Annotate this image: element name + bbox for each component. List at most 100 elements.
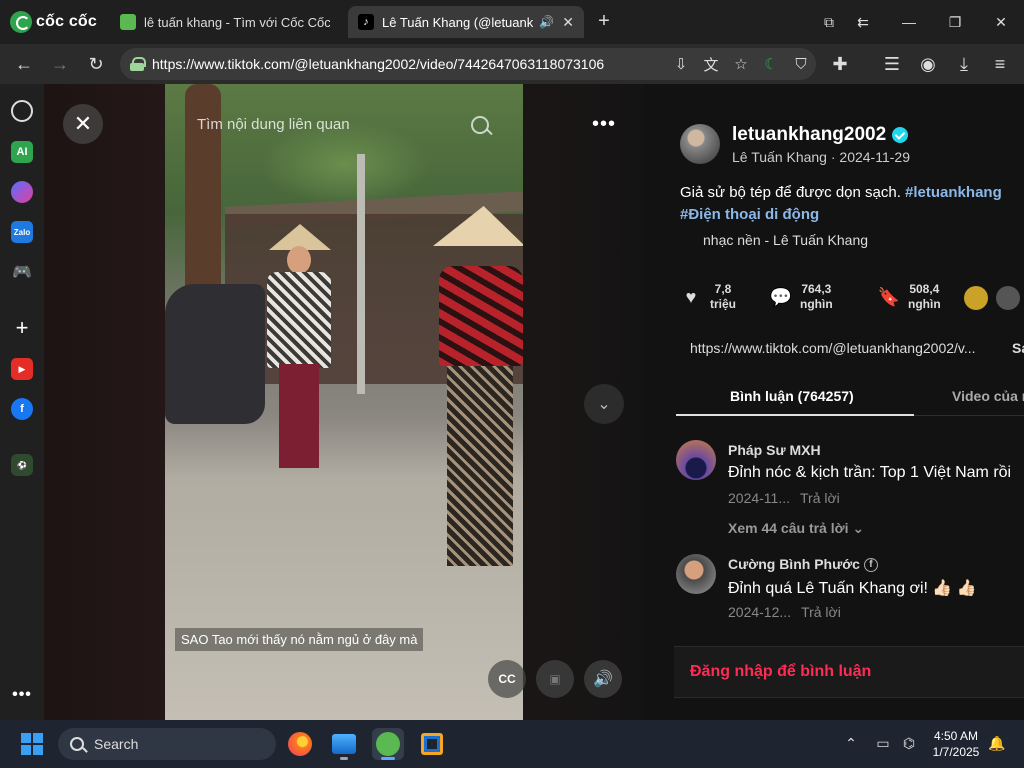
taskbar-clock[interactable]: 4:50 AM 1/7/2025	[928, 728, 984, 760]
volume-icon[interactable]: 🔊	[584, 660, 622, 698]
bookmark-star-icon[interactable]: ☆	[726, 50, 756, 78]
next-video-chevron-icon[interactable]: ⌄	[584, 384, 624, 424]
profile-icon[interactable]: ◉	[916, 52, 940, 76]
minimize-button[interactable]: —	[894, 8, 924, 36]
copy-link-button[interactable]: Sa	[1012, 340, 1024, 356]
dark-mode-icon[interactable]: ☾	[756, 50, 786, 78]
commenter-avatar[interactable]	[676, 554, 716, 594]
author-avatar[interactable]	[680, 124, 720, 164]
comment-icon[interactable]: 💬	[770, 286, 792, 308]
facebook-badge-icon: f	[863, 558, 878, 573]
facebook-icon[interactable]: f	[11, 398, 33, 420]
comment-meta: 2024-12... Trả lời	[728, 604, 841, 620]
tab-title: Lê Tuấn Khang (@letuank	[382, 14, 534, 30]
downloads-icon[interactable]: ⤓	[952, 52, 976, 76]
comment-stat[interactable]: 💬 764,3 nghìn	[770, 282, 833, 312]
browser-toolbar: ← → ↻ https://www.tiktok.com/@letuankhan…	[0, 44, 1024, 84]
author-username[interactable]: letuankhang2002	[732, 124, 909, 146]
menu-icon[interactable]: ≡	[988, 52, 1012, 76]
windows-start-icon[interactable]	[21, 733, 43, 755]
heart-icon[interactable]: ♥	[680, 286, 702, 308]
repost-icon[interactable]	[964, 286, 988, 310]
tray-chevron-icon[interactable]: ⌃	[840, 732, 862, 754]
save-count: 508,4	[909, 282, 940, 296]
sidebar-toggle-icon[interactable]: ⇇	[848, 8, 878, 36]
reply-button[interactable]: Trả lời	[800, 490, 840, 506]
running-indicator	[340, 757, 348, 760]
back-button[interactable]: ←	[12, 52, 36, 76]
coccoc-2024-icon[interactable]: ⚽	[11, 454, 33, 476]
music-link[interactable]: nhạc nền - Lê Tuấn Khang	[703, 232, 868, 248]
tab-strip: cốc cốc lê tuấn khang - Tìm với Cốc Cốc …	[0, 0, 1024, 44]
tiktok-favicon-icon: ♪	[358, 14, 374, 30]
history-icon[interactable]	[11, 100, 33, 122]
zalo-icon[interactable]: Zalo	[11, 221, 33, 243]
maximize-button[interactable]: ❐	[940, 8, 970, 36]
tab-tiktok[interactable]: ♪ Lê Tuấn Khang (@letuank 🔊 ✕	[348, 6, 584, 38]
video-subtitle: SAO Tao mới thấy nó nằm ngủ ở đây mà	[175, 628, 424, 651]
hashtag-link[interactable]: #letuankhang	[905, 184, 1002, 201]
commenter-avatar[interactable]	[676, 440, 716, 480]
related-search-text[interactable]: Tìm nội dung liên quan	[197, 116, 350, 133]
like-stat[interactable]: ♥ 7,8 triệu	[680, 282, 736, 312]
browser-brand[interactable]: cốc cốc	[10, 10, 97, 34]
windows-taskbar: Search ⌃ ▭ ⌬ 4:50 AM 1/7/2025 🔔	[0, 720, 1024, 768]
close-video-button[interactable]: ✕	[63, 104, 103, 144]
more-sidebar-icon[interactable]: •••	[11, 684, 33, 706]
extensions-icon[interactable]: ✚	[828, 52, 852, 76]
author-name-date: Lê Tuấn Khang · 2024-11-29	[732, 149, 910, 165]
floating-player-icon[interactable]: ▣	[536, 660, 574, 698]
messenger-icon[interactable]	[11, 181, 33, 203]
video-caption: Giả sử bộ tép để được dọn sạch. #letuank…	[680, 182, 1024, 226]
coccoc-app-icon[interactable]	[372, 728, 404, 760]
photos-app-icon[interactable]	[328, 728, 360, 760]
tab-search[interactable]: lê tuấn khang - Tìm với Cốc Cốc	[110, 6, 340, 38]
shield-icon[interactable]: ⛉	[786, 50, 816, 78]
playlist-icon[interactable]: ☰	[880, 52, 904, 76]
ai-icon[interactable]: AI	[11, 141, 33, 163]
like-unit: triệu	[710, 297, 737, 311]
more-options-icon[interactable]: •••	[588, 108, 620, 140]
speaker-icon[interactable]: 🔊	[539, 15, 554, 29]
reply-button[interactable]: Trả lời	[801, 604, 841, 620]
network-icon[interactable]: ⌬	[898, 732, 920, 754]
firefox-app-icon[interactable]	[284, 728, 316, 760]
translate-icon[interactable]: 文	[696, 50, 726, 78]
commenter-name[interactable]: Cường Bình Phước f	[728, 556, 878, 573]
panel-tabs: Bình luận (764257) Video của n	[676, 384, 1024, 416]
login-to-comment-button[interactable]: Đăng nhập để bình luận	[674, 646, 1024, 698]
view-replies-button[interactable]: Xem 44 câu trả lời ⌄	[728, 520, 864, 537]
search-icon	[70, 737, 84, 751]
close-window-button[interactable]: ✕	[986, 8, 1016, 36]
notification-bell-icon[interactable]: 🔔	[986, 732, 1008, 754]
taskbar-search[interactable]: Search	[58, 728, 276, 760]
game-icon[interactable]: 🎮	[11, 261, 33, 283]
address-bar[interactable]: https://www.tiktok.com/@letuankhang2002/…	[120, 48, 816, 80]
search-icon[interactable]	[471, 116, 489, 134]
tab-creator-videos[interactable]: Video của n	[952, 388, 1024, 404]
bookmark-icon[interactable]: 🔖	[878, 286, 900, 308]
hashtag-link[interactable]: #Điện thoại di động	[680, 206, 819, 223]
video-person-right	[433, 206, 523, 586]
new-tab-button[interactable]: +	[592, 10, 616, 34]
save-unit: nghìn	[908, 297, 941, 311]
remote-app-icon[interactable]	[416, 728, 448, 760]
youtube-icon[interactable]: ▶	[11, 358, 33, 380]
reload-button[interactable]: ↻	[84, 52, 108, 76]
save-stat[interactable]: 🔖 508,4 nghìn	[878, 282, 941, 312]
embed-icon[interactable]	[996, 286, 1020, 310]
forward-button[interactable]: →	[48, 52, 72, 76]
add-sidebar-item-icon[interactable]: +	[11, 315, 33, 340]
video-player[interactable]: Tìm nội dung liên quan SAO Tao mới thấy …	[165, 84, 523, 720]
url-text[interactable]: https://www.tiktok.com/@letuankhang2002/…	[152, 56, 666, 72]
screenshot-icon[interactable]: ⧉	[814, 8, 844, 36]
tab-comments[interactable]: Bình luận (764257)	[730, 388, 854, 404]
close-tab-icon[interactable]: ✕	[562, 14, 574, 31]
display-icon[interactable]: ▭	[872, 732, 894, 754]
lock-icon[interactable]	[130, 57, 146, 71]
video-link[interactable]: https://www.tiktok.com/@letuankhang2002/…	[690, 340, 976, 356]
captions-button[interactable]: CC	[488, 660, 526, 698]
browser-sidebar: AI Zalo 🎮 + ▶ f ⚽ •••	[0, 84, 44, 720]
download-video-icon[interactable]: ⇩	[666, 50, 696, 78]
commenter-name[interactable]: Pháp Sư MXH	[728, 442, 821, 458]
